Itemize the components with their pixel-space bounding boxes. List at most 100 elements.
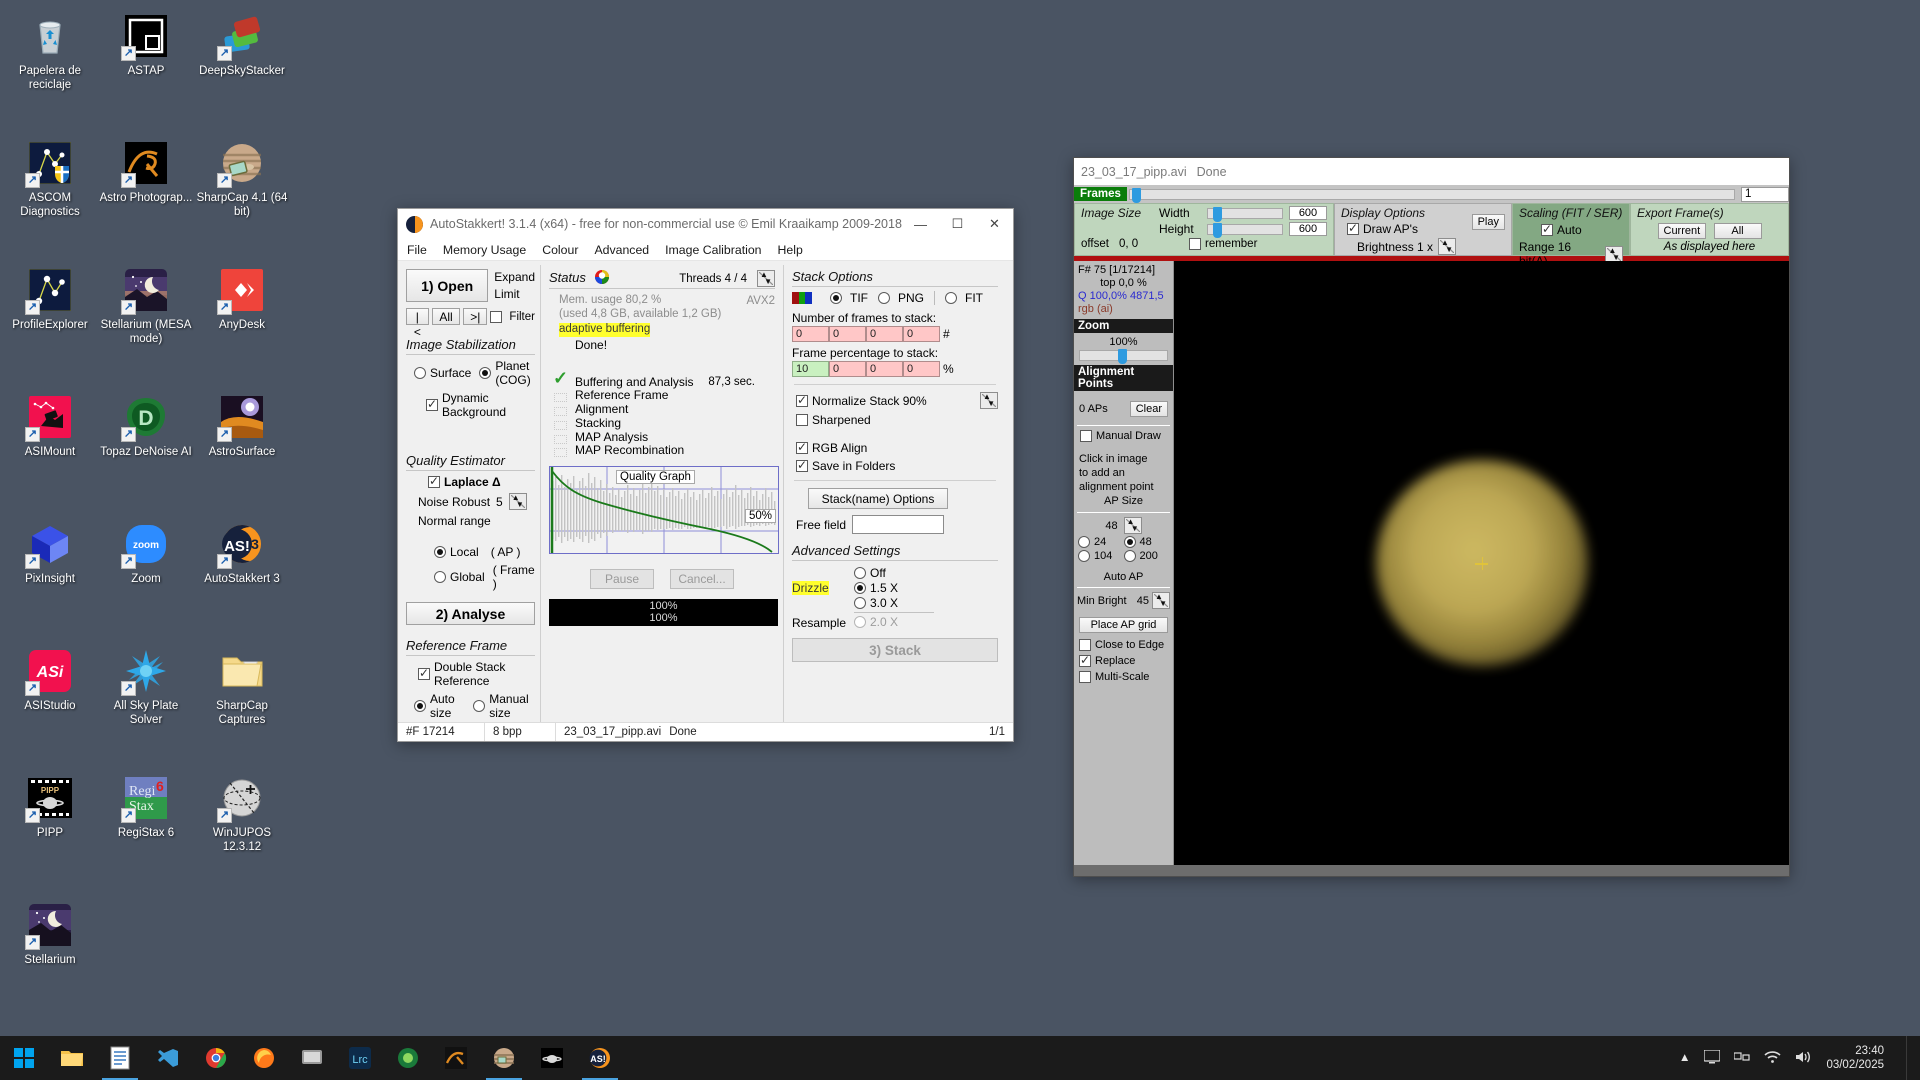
ap-size-104-radio[interactable] [1078, 550, 1090, 562]
autostakkert-titlebar[interactable]: AutoStakkert! 3.1.4 (x64) - free for non… [398, 209, 1013, 239]
planet-cog-radio[interactable] [479, 367, 492, 379]
frames-cell-3[interactable]: 0 [866, 326, 903, 342]
volume-icon[interactable] [1795, 1050, 1812, 1067]
expand-label[interactable]: Expand [494, 269, 535, 286]
laplace-checkbox[interactable] [428, 474, 440, 488]
taskbar-photoshop[interactable] [384, 1036, 432, 1080]
export-all-button[interactable]: All [1713, 223, 1762, 239]
desktop-icon-autostakkert-3[interactable]: AS! 3 AutoStakkert 3 [194, 514, 290, 641]
taskbar-clock[interactable]: 23:40 03/02/2025 [1826, 1044, 1892, 1072]
frames-number-input[interactable]: 1 [1741, 186, 1789, 202]
ap-size-spinner[interactable]: ▲ ▼ [1123, 517, 1142, 534]
manual-size-radio[interactable] [473, 700, 486, 712]
desktop-icon-recycle-bin[interactable]: Papelera de reciclaje [2, 6, 98, 133]
show-desktop-button[interactable] [1906, 1036, 1914, 1080]
desktop-icon-stellarium-mesa[interactable]: Stellarium (MESA mode) [98, 260, 194, 387]
desktop-icon-profile-explorer[interactable]: ProfileExplorer [2, 260, 98, 387]
menu-item-advanced[interactable]: Advanced [594, 243, 649, 257]
menu-item-file[interactable]: File [407, 243, 427, 257]
nav-all-button[interactable]: All [431, 308, 461, 325]
start-button[interactable] [0, 1036, 48, 1080]
place-ap-grid-button[interactable]: Place AP grid [1079, 617, 1168, 633]
monitor-icon[interactable] [1703, 1048, 1722, 1067]
frames-cell-4[interactable]: 0 [903, 326, 940, 342]
close-button[interactable]: ✕ [976, 209, 1013, 239]
height-value[interactable]: 600 [1289, 222, 1327, 236]
taskbar-firefox[interactable] [240, 1036, 288, 1080]
nav-first-button[interactable]: |< [406, 308, 429, 339]
frames-cell-2[interactable]: 0 [829, 326, 866, 342]
desktop-icon-topaz-denoise[interactable]: D Topaz DeNoise AI [98, 387, 194, 514]
desktop-icon-winjupos[interactable]: WinJUPOS 12.3.12 [194, 768, 290, 895]
chevron-up-icon[interactable]: ▲ [1679, 1052, 1690, 1064]
pause-button[interactable]: Pause [590, 569, 654, 590]
desktop-icon-astrosurface[interactable]: AstroSurface [194, 387, 290, 514]
replace-checkbox[interactable] [1079, 653, 1091, 667]
taskbar-file-explorer[interactable] [48, 1036, 96, 1080]
normalize-stack-checkbox[interactable] [796, 393, 808, 407]
auto-size-radio[interactable] [414, 700, 426, 712]
brightness-spinner[interactable]: ▲ ▼ [1438, 238, 1457, 255]
min-bright-spinner[interactable]: ▲ ▼ [1152, 592, 1170, 609]
stack-button[interactable]: 3) Stack [792, 638, 998, 662]
taskbar-pipp[interactable] [528, 1036, 576, 1080]
stack-name-options-button[interactable]: Stack(name) Options [808, 488, 948, 509]
threads-spinner[interactable]: ▲ ▼ [757, 270, 775, 287]
dynamic-background-checkbox[interactable] [426, 397, 438, 411]
remember-checkbox[interactable] [1189, 238, 1201, 250]
save-in-folders-checkbox[interactable] [796, 458, 808, 472]
desktop-icon-pixinsight[interactable]: PixInsight [2, 514, 98, 641]
noise-robust-spinner[interactable]: ▲ ▼ [508, 493, 527, 510]
rgb-align-checkbox[interactable] [796, 440, 808, 454]
filter-checkbox[interactable] [490, 310, 503, 323]
taskbar-teamviewer[interactable] [288, 1036, 336, 1080]
close-to-edge-checkbox[interactable] [1079, 639, 1091, 651]
desktop-icon-anydesk[interactable]: AnyDesk [194, 260, 290, 387]
menu-item-image-calibration[interactable]: Image Calibration [665, 243, 761, 257]
ap-size-200-radio[interactable] [1123, 550, 1136, 562]
ap-size-24-radio[interactable] [1078, 536, 1090, 548]
maximize-button[interactable]: ☐ [939, 209, 976, 239]
width-value[interactable]: 600 [1289, 206, 1327, 220]
network-icon[interactable] [1733, 1050, 1751, 1067]
limit-label[interactable]: Limit [494, 286, 535, 303]
desktop-icon-astap[interactable]: ASTAP [98, 6, 194, 133]
taskbar-lightroom[interactable]: Lrc [336, 1036, 384, 1080]
percent-cell-2[interactable]: 0 [829, 361, 866, 377]
zoom-slider[interactable] [1079, 349, 1168, 364]
drizzle-30x-radio[interactable] [854, 597, 866, 609]
format-png-radio[interactable] [878, 292, 890, 304]
taskbar-vscode[interactable] [144, 1036, 192, 1080]
height-slider[interactable] [1207, 222, 1283, 238]
double-stack-reference-checkbox[interactable] [418, 666, 430, 680]
normalize-spinner[interactable]: ▲ ▼ [980, 392, 998, 409]
taskbar-notepad[interactable] [96, 1036, 144, 1080]
open-button[interactable]: 1) Open [406, 269, 489, 302]
desktop-icon-sharpcap-captures[interactable]: SharpCap Captures [194, 641, 290, 768]
menu-item-memory-usage[interactable]: Memory Usage [443, 243, 526, 257]
format-fit-radio[interactable] [945, 292, 958, 304]
taskbar-sharpcap[interactable] [480, 1036, 528, 1080]
width-slider[interactable] [1207, 206, 1283, 222]
export-current-button[interactable]: Current [1657, 223, 1706, 239]
frames-cell-1[interactable]: 0 [792, 326, 829, 342]
desktop-icon-astro-photography[interactable]: Astro Photograp... [98, 133, 194, 260]
desktop-icon-deepskystacker[interactable]: DeepSkyStacker [194, 6, 290, 133]
minimize-button[interactable]: — [902, 209, 939, 239]
play-button[interactable]: Play [1471, 214, 1505, 230]
percent-cell-3[interactable]: 0 [866, 361, 903, 377]
taskbar-autostakkert[interactable]: AS! [576, 1036, 624, 1080]
percent-cell-1[interactable]: 10 [792, 361, 829, 377]
desktop-icon-registax[interactable]: Regi Stax 6 RegiStax 6 [98, 768, 194, 895]
surface-radio[interactable] [414, 367, 426, 379]
global-radio[interactable] [434, 571, 446, 583]
desktop-icon-all-sky-plate-solver[interactable]: All Sky Plate Solver [98, 641, 194, 768]
frames-slider-thumb[interactable] [1131, 187, 1141, 203]
taskbar-chrome[interactable] [192, 1036, 240, 1080]
quality-graph[interactable]: Quality Graph 50% [549, 466, 779, 555]
draw-aps-checkbox[interactable] [1347, 221, 1359, 235]
clear-aps-button[interactable]: Clear [1129, 401, 1168, 417]
resample-20x-radio[interactable] [854, 616, 866, 628]
desktop-icon-zoom[interactable]: zoom Zoom [98, 514, 194, 641]
analyse-button[interactable]: 2) Analyse [406, 602, 535, 625]
